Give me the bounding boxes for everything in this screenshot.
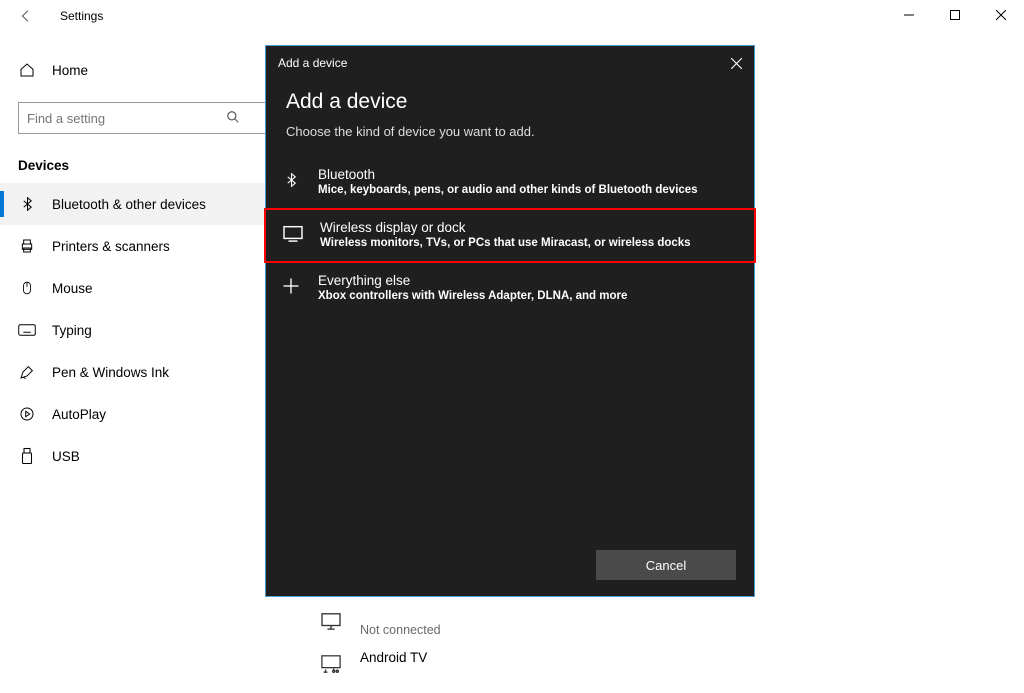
search-icon — [226, 110, 240, 124]
autoplay-icon — [18, 406, 36, 422]
sidebar-item-printers[interactable]: Printers & scanners — [0, 225, 300, 267]
home-button[interactable]: Home — [0, 50, 300, 90]
sidebar-item-label: USB — [52, 449, 80, 464]
window-title: Settings — [60, 9, 103, 23]
usb-icon — [18, 447, 36, 465]
dialog-titlebar-text: Add a device — [278, 56, 347, 70]
monitor-icon — [320, 608, 342, 630]
home-label: Home — [52, 63, 88, 78]
option-title: Bluetooth — [318, 167, 734, 184]
plus-icon — [280, 275, 302, 297]
printer-icon — [18, 238, 36, 254]
sidebar-item-autoplay[interactable]: AutoPlay — [0, 393, 300, 435]
sidebar-item-label: Mouse — [52, 281, 93, 296]
pen-icon — [18, 364, 36, 380]
home-icon — [18, 62, 36, 78]
option-wireless-display[interactable]: Wireless display or dock Wireless monito… — [264, 208, 756, 263]
add-device-dialog: Add a device Add a device Choose the kin… — [265, 45, 755, 597]
sidebar-item-label: Pen & Windows Ink — [52, 365, 169, 380]
sidebar-item-pen[interactable]: Pen & Windows Ink — [0, 351, 300, 393]
sidebar-item-usb[interactable]: USB — [0, 435, 300, 477]
dialog-heading: Add a device — [266, 80, 754, 118]
device-status: Not connected — [360, 623, 441, 637]
close-window-button[interactable] — [978, 0, 1024, 30]
device-list-item[interactable]: x Not connected — [320, 608, 441, 637]
bluetooth-icon — [280, 169, 302, 191]
sidebar: Home Devices Bluetooth & other devices P… — [0, 32, 300, 693]
option-desc: Xbox controllers with Wireless Adapter, … — [318, 290, 734, 302]
sidebar-item-label: AutoPlay — [52, 407, 106, 422]
titlebar: Settings — [0, 0, 1024, 32]
sidebar-item-label: Typing — [52, 323, 92, 338]
maximize-button[interactable] — [932, 0, 978, 30]
option-everything-else[interactable]: Everything else Xbox controllers with Wi… — [266, 263, 754, 314]
mouse-icon — [18, 279, 36, 297]
dialog-subheading: Choose the kind of device you want to ad… — [266, 118, 754, 157]
device-title: Android TV — [360, 650, 427, 665]
sidebar-item-label: Bluetooth & other devices — [52, 197, 206, 212]
minimize-button[interactable] — [886, 0, 932, 30]
option-title: Everything else — [318, 273, 734, 290]
option-desc: Mice, keyboards, pens, or audio and othe… — [318, 184, 734, 196]
device-list-item[interactable]: Android TV — [320, 650, 427, 674]
option-title: Wireless display or dock — [320, 220, 734, 237]
option-bluetooth[interactable]: Bluetooth Mice, keyboards, pens, or audi… — [266, 157, 754, 208]
search-field[interactable] — [18, 102, 282, 134]
monitor-icon — [282, 222, 304, 244]
cancel-button[interactable]: Cancel — [596, 550, 736, 580]
tv-icon — [320, 650, 342, 674]
sidebar-item-bluetooth[interactable]: Bluetooth & other devices — [0, 183, 300, 225]
sidebar-section-label: Devices — [18, 158, 300, 173]
sidebar-item-label: Printers & scanners — [52, 239, 170, 254]
dialog-close-button[interactable] — [731, 58, 742, 69]
keyboard-icon — [18, 324, 36, 336]
back-button[interactable] — [14, 6, 38, 26]
option-desc: Wireless monitors, TVs, or PCs that use … — [320, 237, 734, 249]
bluetooth-icon — [18, 195, 36, 213]
sidebar-item-typing[interactable]: Typing — [0, 309, 300, 351]
sidebar-item-mouse[interactable]: Mouse — [0, 267, 300, 309]
